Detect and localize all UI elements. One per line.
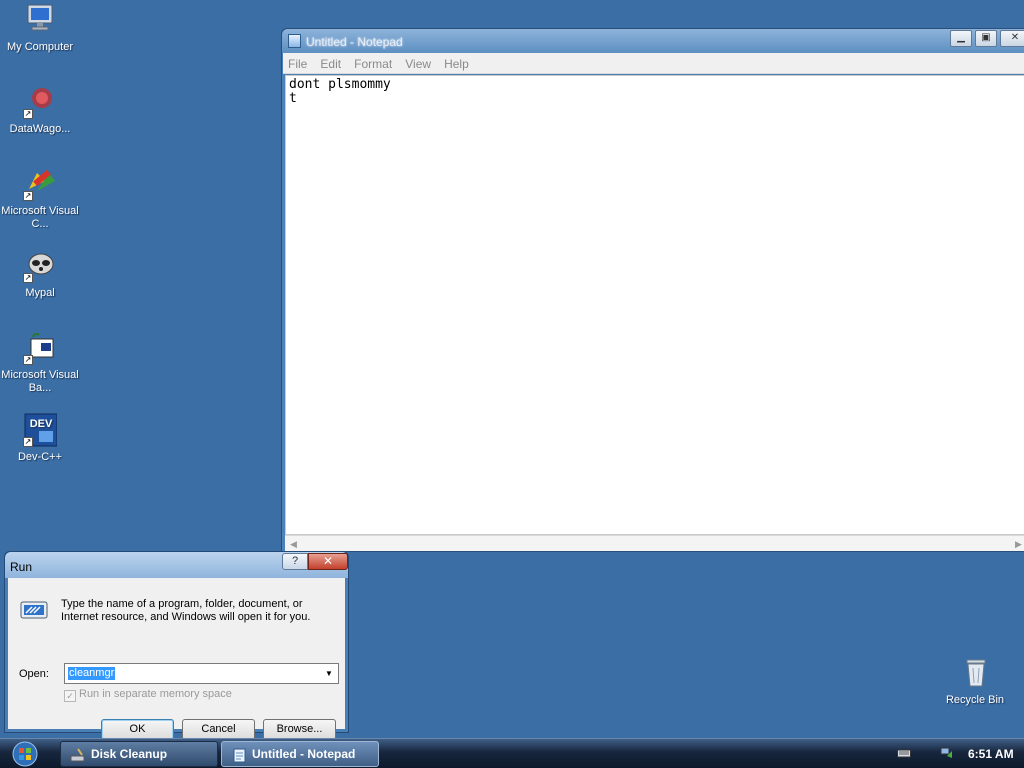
notepad-text-area[interactable]: dont plsmommy t <box>285 75 1024 535</box>
menu-view[interactable]: View <box>400 53 436 71</box>
menu-file[interactable]: File <box>283 53 312 71</box>
notepad-icon <box>231 747 247 763</box>
system-tray: 6:51 AM <box>890 739 1024 768</box>
ok-button[interactable]: OK <box>101 719 174 740</box>
scroll-left-icon[interactable]: ◀ <box>290 539 297 550</box>
start-button[interactable] <box>6 740 44 768</box>
cancel-button[interactable]: Cancel <box>182 719 255 740</box>
run-description: Type the name of a program, folder, docu… <box>61 598 311 623</box>
desktop-icon-dev-cpp[interactable]: DEV ↗ Dev-C++ <box>1 413 79 464</box>
network-icon[interactable] <box>940 747 954 759</box>
keyboard-icon[interactable] <box>897 747 911 759</box>
taskbar-item-label: Disk Cleanup <box>91 747 168 761</box>
open-combobox[interactable]: cleanmgr ▼ <box>64 663 339 684</box>
taskbar-item-label: Untitled - Notepad <box>252 747 356 761</box>
open-label: Open: <box>19 668 49 680</box>
my-computer-icon <box>23 3 57 37</box>
recycle-bin-icon <box>958 656 992 690</box>
desktop-icon-label: DataWago... <box>9 123 71 135</box>
desktop-icon-label: My Computer <box>6 41 74 53</box>
run-dialog[interactable]: Run ? ✕ Type the name of a program, fold… <box>4 551 349 740</box>
shortcut-arrow-icon: ↗ <box>23 109 33 119</box>
desktop-icon-label: Recycle Bin <box>945 694 1005 706</box>
dev-cpp-icon: DEV ↗ <box>23 413 58 447</box>
scroll-right-icon[interactable]: ▶ <box>1015 539 1022 550</box>
notepad-icon <box>288 34 301 48</box>
desktop-icon-label: Microsoft Visual Ba... <box>1 369 79 394</box>
notepad-window[interactable]: Untitled - Notepad ▁ ▣ ✕ File Edit Forma… <box>281 28 1024 552</box>
desktop-icon-visual-c[interactable]: ↗ Microsoft Visual C... <box>1 167 79 231</box>
taskbar-item-disk-cleanup[interactable]: Disk Cleanup <box>60 741 218 767</box>
run-dialog-body: Type the name of a program, folder, docu… <box>8 578 345 740</box>
taskbar-item-notepad[interactable]: Untitled - Notepad <box>221 741 379 767</box>
notepad-titlebar[interactable]: Untitled - Notepad ▁ ▣ ✕ <box>282 29 1024 53</box>
close-button[interactable]: ✕ <box>1000 30 1024 47</box>
shortcut-arrow-icon: ↗ <box>23 355 33 365</box>
menu-format[interactable]: Format <box>349 53 397 71</box>
menu-edit[interactable]: Edit <box>315 53 346 71</box>
shortcut-arrow-icon: ↗ <box>23 437 33 447</box>
desktop-icon-visual-basic[interactable]: ↗ Microsoft Visual Ba... <box>1 331 79 395</box>
horizontal-scrollbar[interactable]: ◀ ▶ <box>285 535 1024 551</box>
taskbar: Disk Cleanup Untitled - Notepad 6:51 AM <box>0 738 1024 768</box>
run-icon <box>18 598 50 622</box>
checkbox-check-icon: ✓ <box>64 690 76 702</box>
help-button[interactable]: ? <box>282 553 308 570</box>
separate-memory-checkbox: ✓ Run in separate memory space <box>64 688 232 702</box>
desktop-icon-recycle-bin[interactable]: Recycle Bin <box>936 656 1014 707</box>
desktop-icon-label: Microsoft Visual C... <box>1 205 79 230</box>
menu-help[interactable]: Help <box>439 53 474 71</box>
visual-studio-icon: ↗ <box>23 167 57 201</box>
desktop-icon-datawago[interactable]: ↗ DataWago... <box>1 85 79 136</box>
open-input-value[interactable]: cleanmgr <box>68 667 116 680</box>
clock[interactable]: 6:51 AM <box>968 747 1014 761</box>
desktop-icon-my-computer[interactable]: My Computer <box>1 3 79 54</box>
window-title: Untitled - Notepad <box>306 35 403 49</box>
raccoon-icon: ↗ <box>23 249 57 283</box>
visual-basic-icon: ↗ <box>23 331 57 365</box>
notepad-menubar: File Edit Format View Help <box>283 53 1024 74</box>
minimize-button[interactable]: ▁ <box>950 30 972 47</box>
dialog-title: Run <box>10 560 33 574</box>
browse-button[interactable]: Browse... <box>263 719 336 740</box>
chevron-down-icon[interactable]: ▼ <box>322 667 336 681</box>
desktop-icon-label: Dev-C++ <box>17 451 63 463</box>
close-button[interactable]: ✕ <box>308 553 348 570</box>
desktop-icon-mypal[interactable]: ↗ Mypal <box>1 249 79 300</box>
separate-memory-label: Run in separate memory space <box>79 688 232 700</box>
shortcut-arrow-icon: ↗ <box>23 273 33 283</box>
datawago-icon: ↗ <box>23 85 57 119</box>
run-titlebar[interactable]: Run ? ✕ <box>5 552 348 578</box>
disk-cleanup-icon <box>70 747 86 762</box>
desktop-icon-label: Mypal <box>25 287 55 299</box>
svg-text:DEV: DEV <box>30 418 53 430</box>
shortcut-arrow-icon: ↗ <box>23 191 33 201</box>
maximize-button[interactable]: ▣ <box>975 30 997 47</box>
